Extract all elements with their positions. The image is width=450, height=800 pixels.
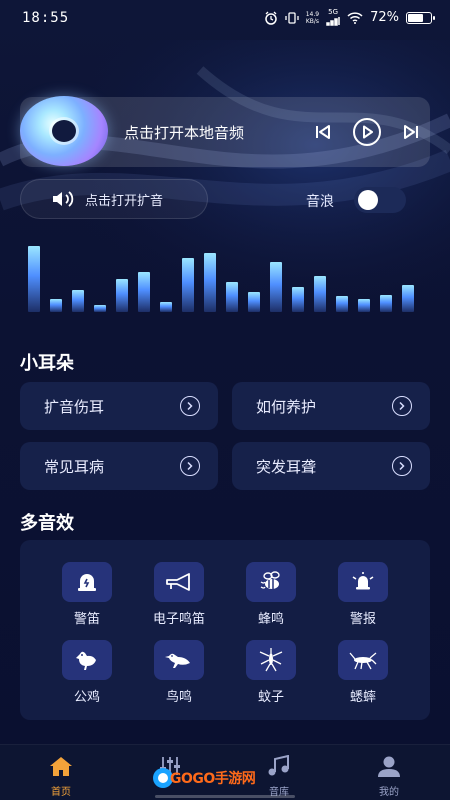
effect-label: 蚊子 [257, 690, 284, 705]
ear-card-amplify-damage[interactable]: 扩音伤耳 [20, 382, 218, 430]
ear-card-sudden-deafness[interactable]: 突发耳聋 [232, 442, 430, 490]
skip-next-icon [404, 125, 418, 139]
tab-label: 我的 [379, 787, 399, 798]
ear-card-common-diseases[interactable]: 常见耳病 [20, 442, 218, 490]
battery-percent: 72% [370, 10, 399, 25]
equalizer-bar [28, 246, 40, 312]
bird-icon [154, 640, 204, 680]
rooster-icon [62, 640, 112, 680]
disc-icon [20, 96, 108, 166]
chevron-right-circle-icon [180, 396, 200, 416]
effects-panel: 警笛 电子鸣笛 蜂鸣 警报 公鸡 鸟鸣 蚊子 蟋蟀 [20, 540, 430, 720]
cricket-icon [338, 640, 388, 680]
effect-buzz[interactable]: 蜂鸣 [226, 562, 316, 627]
effect-label: 蟋蟀 [349, 690, 376, 705]
ears-section-title: 小耳朵 [20, 353, 74, 374]
effect-rooster[interactable]: 公鸡 [42, 640, 132, 705]
bee-icon [246, 562, 296, 602]
equalizer-bar [138, 272, 150, 312]
equalizer-bar [380, 295, 392, 312]
vibrate-icon [285, 11, 299, 24]
toggle-knob [358, 190, 378, 210]
player-title[interactable]: 点击打开本地音频 [124, 122, 244, 143]
equalizer-bar [270, 262, 282, 312]
amplify-label: 点击打开扩音 [85, 193, 164, 209]
ear-card-care[interactable]: 如何养护 [232, 382, 430, 430]
network-type: 5G [326, 9, 340, 26]
tab-profile[interactable]: 我的 [354, 755, 424, 798]
home-indicator[interactable] [155, 795, 295, 798]
alarm-bell-icon [338, 562, 388, 602]
effects-section-title: 多音效 [20, 513, 74, 534]
effect-mosquito[interactable]: 蚊子 [226, 640, 316, 705]
skip-previous-icon [316, 125, 330, 139]
alarm-clock-icon [264, 11, 277, 25]
card-label: 扩音伤耳 [44, 397, 105, 416]
watermark-text: GOGO手游网 [170, 771, 256, 787]
chevron-right-circle-icon [180, 456, 200, 476]
previous-button[interactable] [308, 118, 338, 146]
equalizer-bar [204, 253, 216, 312]
equalizer-bar [248, 292, 260, 312]
wave-toggle-label: 音浪 [306, 194, 334, 210]
tab-label: 首页 [51, 787, 71, 798]
speaker-icon [53, 191, 74, 207]
effect-cricket[interactable]: 蟋蟀 [318, 640, 408, 705]
effect-bird[interactable]: 鸟鸣 [134, 640, 224, 705]
card-label: 常见耳病 [44, 457, 105, 476]
equalizer-visualizer [28, 240, 424, 312]
equalizer-bar [336, 296, 348, 312]
mosquito-icon [246, 640, 296, 680]
net-speed: 14.9 KB/s [305, 10, 320, 25]
effect-label: 电子鸣笛 [152, 612, 205, 627]
effect-alarm[interactable]: 警报 [318, 562, 408, 627]
equalizer-bar [182, 258, 194, 312]
equalizer-bar [94, 305, 106, 312]
effect-label: 公鸡 [73, 690, 100, 705]
chevron-right-circle-icon [392, 396, 412, 416]
equalizer-bar [160, 302, 172, 312]
equalizer-bar [226, 282, 238, 312]
card-label: 突发耳聋 [256, 457, 317, 476]
user-icon [378, 756, 400, 777]
status-icons: 14.9 KB/s 5G 72% [264, 9, 435, 26]
wave-toggle-switch[interactable] [354, 187, 406, 213]
equalizer-bar [50, 299, 62, 312]
effect-label: 蜂鸣 [257, 612, 284, 627]
signal-icon [326, 17, 340, 26]
play-icon [353, 118, 381, 146]
effect-label: 警笛 [73, 612, 100, 627]
equalizer-bar [116, 279, 128, 312]
effect-electronic-horn[interactable]: 电子鸣笛 [134, 562, 224, 627]
equalizer-bar [292, 287, 304, 312]
amplify-button[interactable]: 点击打开扩音 [20, 179, 208, 219]
equalizer-bar [72, 290, 84, 312]
status-bar: 18:55 14.9 KB/s 5G 72% [0, 0, 450, 38]
home-icon [50, 757, 72, 776]
status-time: 18:55 [22, 10, 70, 26]
equalizer-bar [314, 276, 326, 312]
effect-label: 鸟鸣 [165, 690, 192, 705]
play-button[interactable] [351, 116, 383, 148]
next-button[interactable] [396, 118, 426, 146]
chevron-right-circle-icon [392, 456, 412, 476]
battery-icon [406, 11, 435, 24]
effect-siren[interactable]: 警笛 [42, 562, 132, 627]
wifi-icon [347, 12, 363, 24]
effect-label: 警报 [349, 612, 376, 627]
equalizer-bar [402, 285, 414, 312]
tab-home[interactable]: 首页 [26, 755, 96, 798]
card-label: 如何养护 [256, 397, 317, 416]
horn-icon [154, 562, 204, 602]
siren-icon [62, 562, 112, 602]
equalizer-bar [358, 299, 370, 312]
